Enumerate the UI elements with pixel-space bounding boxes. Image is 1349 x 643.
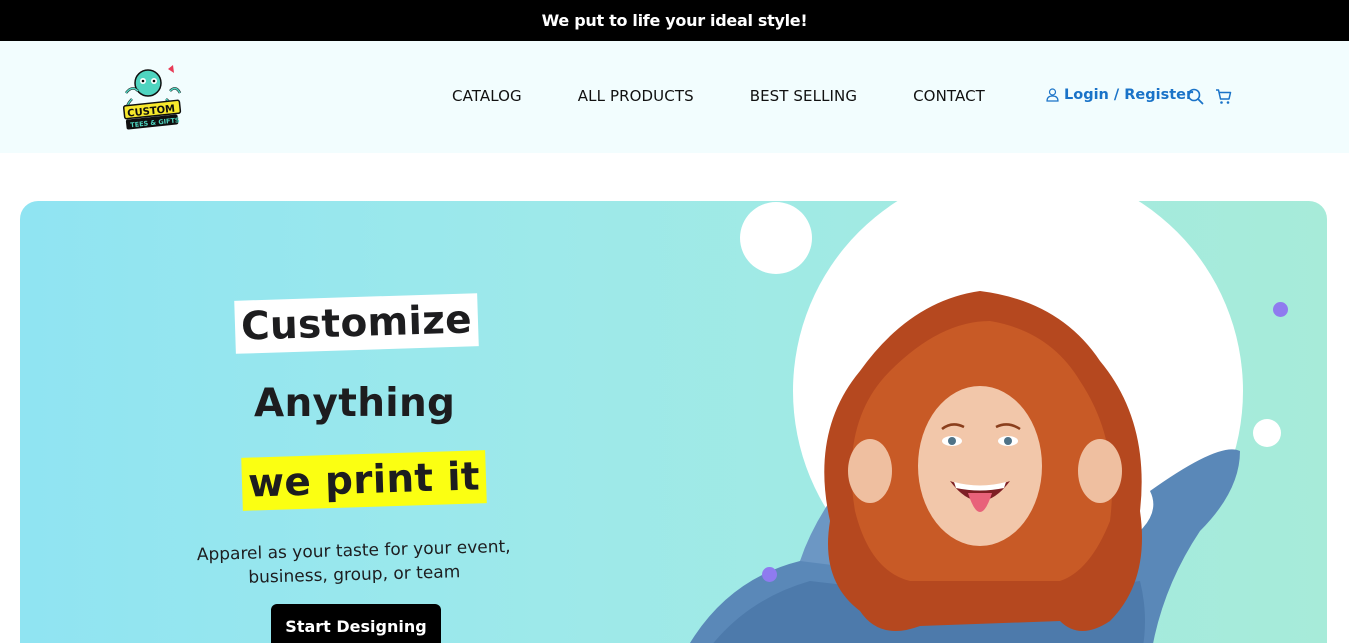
hero-banner: Customize Anything we print it Apparel a… [20, 201, 1327, 643]
hero-subtext: Apparel as your taste for your event, bu… [196, 536, 511, 588]
cart-icon[interactable] [1215, 88, 1232, 105]
nav-catalog[interactable]: CATALOG [452, 87, 522, 105]
nav-best-selling[interactable]: BEST SELLING [750, 87, 857, 105]
nav-all-products[interactable]: ALL PRODUCTS [578, 87, 694, 105]
announcement-text: We put to life your ideal style! [541, 11, 808, 30]
hero-model-photo [690, 291, 1240, 643]
site-header: CUSTOM TEES & GIFTS CATALOG ALL PRODUCTS… [0, 41, 1349, 153]
brand-logo[interactable]: CUSTOM TEES & GIFTS [118, 63, 184, 133]
main-nav: CATALOG ALL PRODUCTS BEST SELLING CONTAC… [452, 87, 985, 105]
search-icon[interactable] [1187, 88, 1204, 105]
decorative-circle [740, 202, 812, 274]
decorative-dot [762, 567, 777, 582]
login-register-link[interactable]: Login / Register [1046, 87, 1193, 103]
announcement-bar: We put to life your ideal style! [0, 0, 1349, 41]
hero-headline-line-2: Anything [254, 381, 456, 426]
hero-headline-line-1: Customize [234, 293, 479, 354]
nav-contact[interactable]: CONTACT [913, 87, 985, 105]
login-register-label: Login / Register [1064, 87, 1194, 103]
hero-headline-line-3: we print it [241, 450, 487, 511]
user-icon [1046, 88, 1059, 102]
start-designing-button[interactable]: Start Designing [271, 604, 441, 643]
